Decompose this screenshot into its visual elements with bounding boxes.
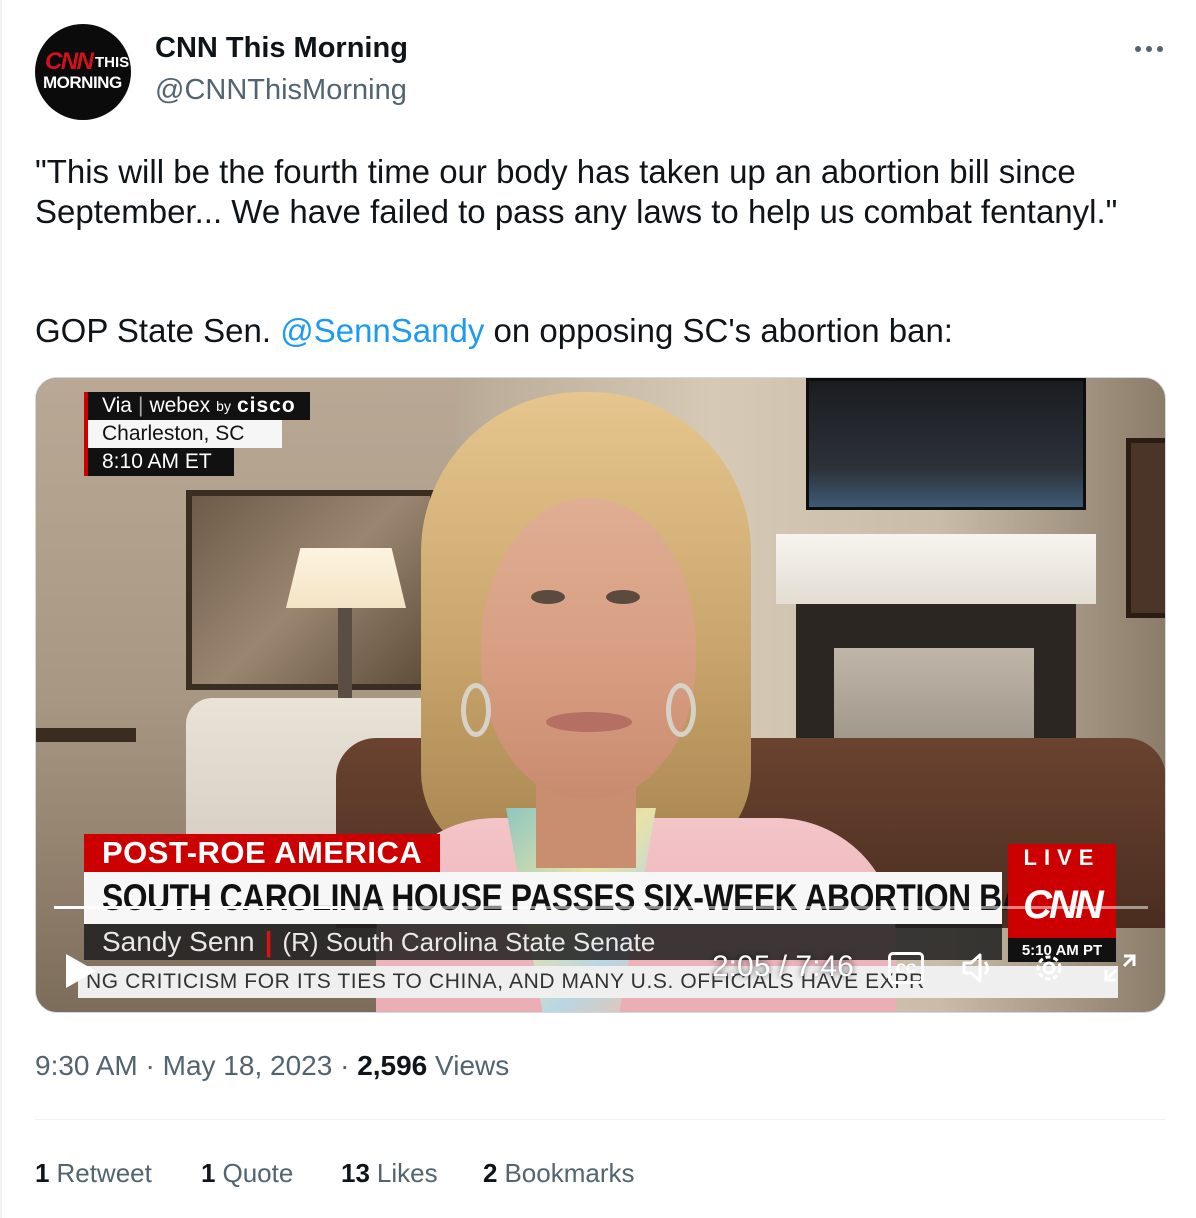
nameplate-divider: | — [264, 926, 273, 957]
divider — [35, 1119, 1166, 1120]
video-bg-lampshade — [286, 548, 406, 608]
via-brand: webex — [149, 394, 211, 417]
likes-stat[interactable]: 13 Likes — [341, 1158, 483, 1189]
views-count: 2,596 — [357, 1050, 428, 1081]
via-label: Via — [102, 394, 132, 417]
tweet-timestamp: 9:30 AM · May 18, 2023 · 2,596 Views — [35, 1050, 509, 1082]
speaker-earring-left — [461, 683, 491, 737]
local-time-label: 8:10 AM ET — [84, 448, 234, 476]
author-handle[interactable]: @CNNThisMorning — [155, 74, 407, 107]
speaker-earring-right — [666, 683, 696, 737]
cnn-logo: CNN — [1008, 872, 1116, 938]
video-bg-mirror — [1126, 438, 1165, 618]
stat-label: Likes — [376, 1158, 438, 1188]
play-icon[interactable] — [66, 954, 96, 988]
avatar-morning-text: MORNING — [43, 73, 122, 92]
guest-name: Sandy Senn — [102, 926, 255, 957]
avatar-cnn-logo: CNN — [45, 48, 94, 75]
more-options-icon[interactable] — [1130, 34, 1168, 64]
video-bg-shelf — [36, 728, 136, 742]
settings-gear-icon[interactable] — [1031, 952, 1067, 984]
engagement-stats: 1 Retweet 1 Quote 13 Likes 2 Bookmarks — [35, 1158, 635, 1189]
avatar-this-text: THIS — [95, 54, 130, 71]
guest-role: (R) South Carolina State Senate — [282, 926, 656, 957]
timestamp-sep: · — [145, 1050, 155, 1081]
video-progress-bar[interactable] — [54, 906, 1148, 909]
video-player[interactable]: Via | webex by cisco Charleston, SC 8:10… — [35, 377, 1166, 1013]
author-display-name[interactable]: CNN This Morning — [155, 32, 408, 65]
mention-link[interactable]: @SennSandy — [280, 312, 484, 349]
tweet-text-quote: "This will be the fourth time our body h… — [35, 153, 1118, 230]
video-bg-tv — [806, 378, 1086, 510]
playback-time: 2:05 / 7:46 — [712, 950, 854, 983]
via-separator: | — [137, 394, 144, 417]
tweet-text-prefix: GOP State Sen. — [35, 312, 281, 349]
via-webex-overlay: Via | webex by cisco Charleston, SC 8:10… — [84, 392, 310, 476]
tweet-date[interactable]: May 18, 2023 — [163, 1050, 333, 1081]
stat-count: 2 — [483, 1158, 498, 1188]
via-webex-row: Via | webex by cisco — [84, 392, 310, 420]
location-label: Charleston, SC — [84, 420, 282, 448]
avatar[interactable]: CNN THIS MORNING — [35, 24, 131, 120]
stat-count: 13 — [341, 1158, 370, 1188]
stat-label: Bookmarks — [504, 1158, 635, 1188]
tweet-text-suffix: on opposing SC's abortion ban: — [484, 312, 953, 349]
fullscreen-icon[interactable] — [1102, 952, 1138, 984]
retweets-stat[interactable]: 1 Retweet — [35, 1158, 201, 1189]
volume-icon[interactable] — [960, 952, 996, 984]
bookmarks-stat[interactable]: 2 Bookmarks — [483, 1158, 635, 1189]
chyron-nameplate: Sandy Senn | (R) South Carolina State Se… — [84, 924, 1002, 960]
via-company: cisco — [236, 394, 296, 417]
stat-label: Quote — [222, 1158, 294, 1188]
speaker-eye-right — [606, 590, 640, 604]
speaker-mouth — [546, 712, 632, 732]
chyron-headline: SOUTH CAROLINA HOUSE PASSES SIX-WEEK ABO… — [84, 872, 1047, 924]
tweet-time[interactable]: 9:30 AM — [35, 1050, 138, 1081]
stat-count: 1 — [201, 1158, 216, 1188]
quotes-stat[interactable]: 1 Quote — [201, 1158, 341, 1189]
video-bg-mantel — [776, 534, 1096, 604]
chyron-kicker: POST-ROE AMERICA — [84, 834, 441, 872]
captions-icon[interactable]: CC — [888, 952, 924, 984]
left-border — [0, 0, 2, 1218]
speaker-eye-left — [531, 590, 565, 604]
views-label: Views — [435, 1050, 510, 1081]
stat-label: Retweet — [56, 1158, 152, 1188]
video-bg-lamp — [338, 608, 352, 698]
stat-count: 1 — [35, 1158, 50, 1188]
chyron-headline-text: SOUTH CAROLINA HOUSE PASSES SIX-WEEK ABO… — [102, 877, 1047, 918]
via-accent-bar — [84, 392, 88, 476]
video-progress-fill — [54, 906, 349, 909]
timestamp-sep: · — [340, 1050, 350, 1081]
tweet-text-line: GOP State Sen. @SennSandy on opposing SC… — [35, 311, 1165, 351]
speaker-face — [481, 498, 696, 798]
live-badge: LIVE — [1008, 844, 1116, 872]
via-by: by — [216, 398, 231, 414]
